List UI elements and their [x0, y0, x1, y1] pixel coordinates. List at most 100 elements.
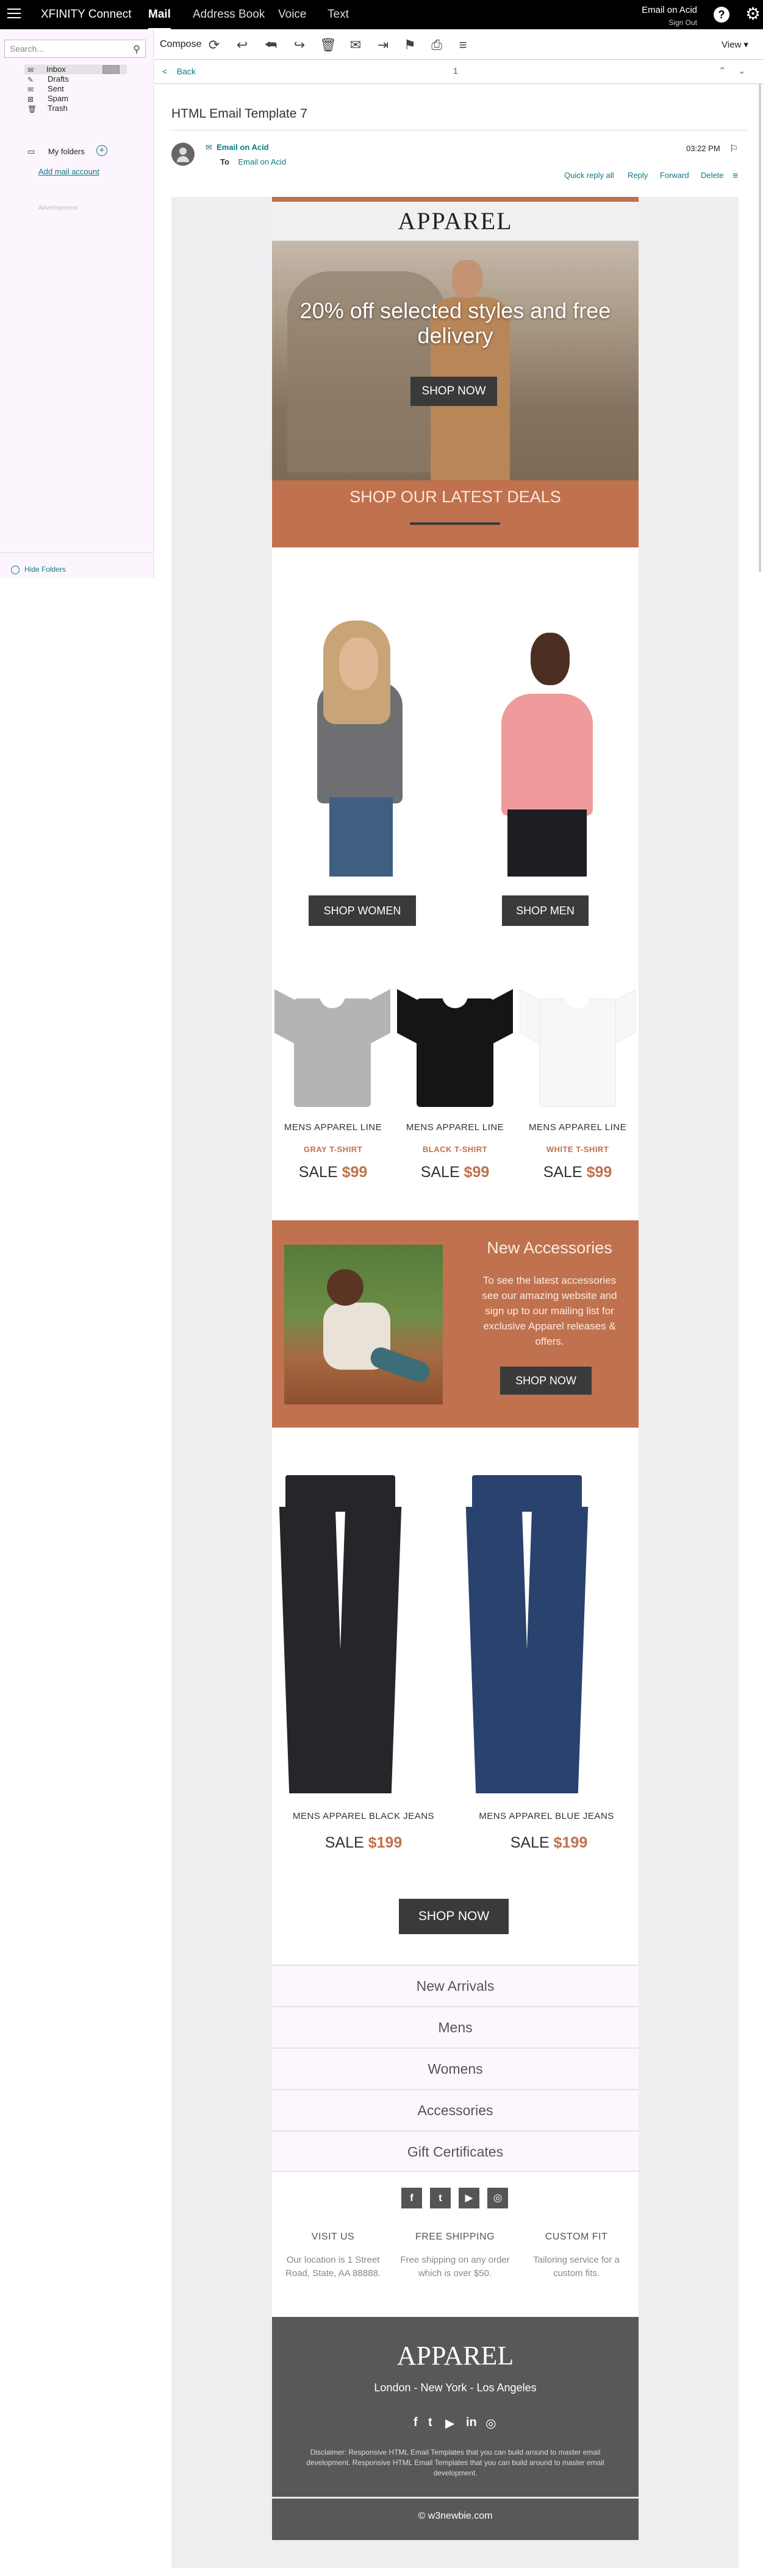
- user-menu[interactable]: Email on Acid Sign Out: [642, 4, 697, 29]
- nav-womens[interactable]: Womens: [272, 2048, 639, 2089]
- forward-icon[interactable]: ↪: [292, 37, 307, 53]
- accessories-shop-now-button[interactable]: SHOP NOW: [500, 1367, 592, 1395]
- mail-app: XFINITY Connect Mail Address Book Voice …: [0, 0, 763, 2576]
- youtube-icon[interactable]: ▶: [459, 2188, 479, 2208]
- footer-instagram-icon[interactable]: ◎: [485, 2416, 496, 2431]
- nav-mens[interactable]: Mens: [272, 2006, 639, 2048]
- advertisement-label: Advertisement: [38, 205, 77, 212]
- help-icon[interactable]: ?: [714, 7, 729, 23]
- reply-icon[interactable]: ↩: [234, 37, 250, 53]
- accessories-title: New Accessories: [487, 1239, 612, 1257]
- shop-women-button[interactable]: SHOP WOMEN: [309, 895, 416, 926]
- add-folder-icon[interactable]: +: [96, 145, 107, 156]
- forward-link[interactable]: Forward: [660, 171, 689, 180]
- reply-link[interactable]: Reply: [628, 171, 648, 180]
- nav-gift-certificates[interactable]: Gift Certificates: [272, 2130, 639, 2172]
- sidebar-item-trash[interactable]: 🗑 Trash: [0, 104, 154, 113]
- sent-icon: ✉: [27, 85, 34, 94]
- footer-youtube-icon[interactable]: ▶: [445, 2416, 454, 2431]
- quick-reply-all-link[interactable]: Quick reply all: [564, 171, 614, 180]
- sale-label: SALE: [510, 1834, 550, 1851]
- facebook-icon[interactable]: f: [401, 2188, 422, 2208]
- back-link[interactable]: < Back: [162, 66, 196, 76]
- tab-text[interactable]: Text: [328, 8, 349, 21]
- move-icon[interactable]: ⇥: [375, 37, 391, 53]
- refresh-icon[interactable]: ⟳: [206, 37, 222, 53]
- more-actions-icon[interactable]: ≡: [733, 171, 738, 182]
- shop-men-button[interactable]: SHOP MEN: [502, 895, 589, 926]
- delete-link[interactable]: Delete: [701, 171, 724, 180]
- shirt-name[interactable]: GRAY T-SHIRT: [272, 1145, 394, 1154]
- next-message-icon[interactable]: ⌄: [738, 65, 746, 76]
- view-dropdown[interactable]: View ▾: [722, 39, 748, 50]
- sidebar-item-drafts[interactable]: ✎ Drafts: [0, 74, 154, 84]
- shirt-price: SALE $99: [272, 1164, 394, 1181]
- message-header: ✉ Email on Acid To Email on Acid 03:22 P…: [171, 141, 745, 178]
- nav-accessories[interactable]: Accessories: [272, 2089, 639, 2130]
- reply-all-icon[interactable]: ⮪: [263, 37, 279, 53]
- footer-linkedin-icon[interactable]: in: [466, 2416, 477, 2430]
- bookmark-icon[interactable]: ⚐: [729, 143, 738, 155]
- shirt-price: SALE $99: [517, 1164, 639, 1181]
- user-name: Email on Acid: [642, 5, 697, 15]
- price-value: $199: [553, 1834, 588, 1851]
- sidebar-item-inbox[interactable]: ✉ Inbox: [24, 65, 127, 74]
- page-indicator: 1: [453, 66, 458, 76]
- instagram-icon[interactable]: ◎: [487, 2188, 508, 2208]
- footer-twitter-icon[interactable]: t: [428, 2416, 432, 2430]
- nav-new-arrivals[interactable]: New Arrivals: [272, 1965, 639, 2006]
- compose-button[interactable]: Compose: [160, 39, 201, 50]
- women-model-image: [299, 621, 421, 877]
- jeans-name[interactable]: MENS APPAREL BLUE JEANS: [455, 1811, 638, 1821]
- jeans-name[interactable]: MENS APPAREL BLACK JEANS: [272, 1811, 455, 1821]
- price-value: $99: [342, 1164, 368, 1181]
- flag-icon[interactable]: ⚑: [402, 37, 418, 53]
- accessories-section: New Accessories To see the latest access…: [272, 1220, 639, 1428]
- my-folders[interactable]: ▭ My folders +: [27, 145, 149, 157]
- more-menu-icon[interactable]: ≡: [455, 37, 471, 53]
- search-input[interactable]: Search... ⚲: [4, 40, 146, 58]
- back-label: Back: [176, 66, 196, 76]
- sender-name[interactable]: ✉ Email on Acid: [206, 143, 269, 152]
- column-text: Tailoring service for a custom fits.: [533, 2255, 620, 2279]
- hero-shop-now-button[interactable]: SHOP NOW: [410, 377, 497, 406]
- email-footer: APPAREL London - New York - Los Angeles …: [272, 2317, 639, 2540]
- footer-logo: APPAREL: [396, 2341, 514, 2371]
- print-icon[interactable]: ⎙: [429, 37, 445, 53]
- hide-folders-button[interactable]: Hide Folders: [0, 552, 154, 574]
- tab-address-book[interactable]: Address Book: [193, 8, 265, 21]
- scrollbar[interactable]: [759, 84, 761, 572]
- price-value: $199: [368, 1834, 403, 1851]
- black-jeans-image: [279, 1475, 402, 1798]
- mark-read-icon[interactable]: ✉: [348, 37, 364, 53]
- recipient[interactable]: To Email on Acid: [220, 157, 286, 166]
- tab-mail[interactable]: Mail: [148, 8, 171, 30]
- price-value: $99: [586, 1164, 612, 1181]
- delete-icon[interactable]: 🗑: [320, 37, 337, 53]
- column-text: Free shipping on any order which is over…: [400, 2255, 510, 2279]
- sidebar-item-sent[interactable]: ✉ Sent: [0, 84, 154, 94]
- black-tshirt-image: [397, 987, 513, 1109]
- tab-voice[interactable]: Voice: [278, 8, 306, 21]
- top-bar: XFINITY Connect Mail Address Book Voice …: [0, 0, 763, 30]
- sale-label: SALE: [298, 1164, 338, 1181]
- twitter-icon[interactable]: t: [430, 2188, 451, 2208]
- sign-out-link[interactable]: Sign Out: [642, 16, 697, 29]
- jeans-shop-now-button[interactable]: SHOP NOW: [399, 1899, 509, 1934]
- hamburger-menu-icon[interactable]: [7, 9, 21, 20]
- footer-copyright[interactable]: © w3newbie.com: [272, 2511, 639, 2522]
- footer-cities: London - New York - Los Angeles: [374, 2382, 537, 2394]
- shirt-name[interactable]: WHITE T-SHIRT: [517, 1145, 639, 1154]
- sidebar-item-spam[interactable]: ⊠ Spam: [0, 94, 154, 104]
- footer-facebook-icon[interactable]: f: [414, 2416, 418, 2430]
- add-mail-account-link[interactable]: Add mail account: [38, 167, 99, 176]
- folder-label: Sent: [48, 84, 64, 93]
- gear-icon[interactable]: ⚙: [745, 5, 761, 23]
- sidebar: Search... ⚲ ✉ Inbox ✎ Drafts ✉ Sent ⊠ Spam 🗑…: [0, 29, 154, 578]
- previous-message-icon[interactable]: ⌃: [718, 65, 726, 76]
- deals-divider: [410, 522, 500, 525]
- folder-label: Inbox: [46, 65, 66, 74]
- search-icon[interactable]: ⚲: [133, 43, 140, 55]
- shirt-name[interactable]: BLACK T-SHIRT: [394, 1145, 516, 1154]
- footer-divider: [272, 2497, 639, 2499]
